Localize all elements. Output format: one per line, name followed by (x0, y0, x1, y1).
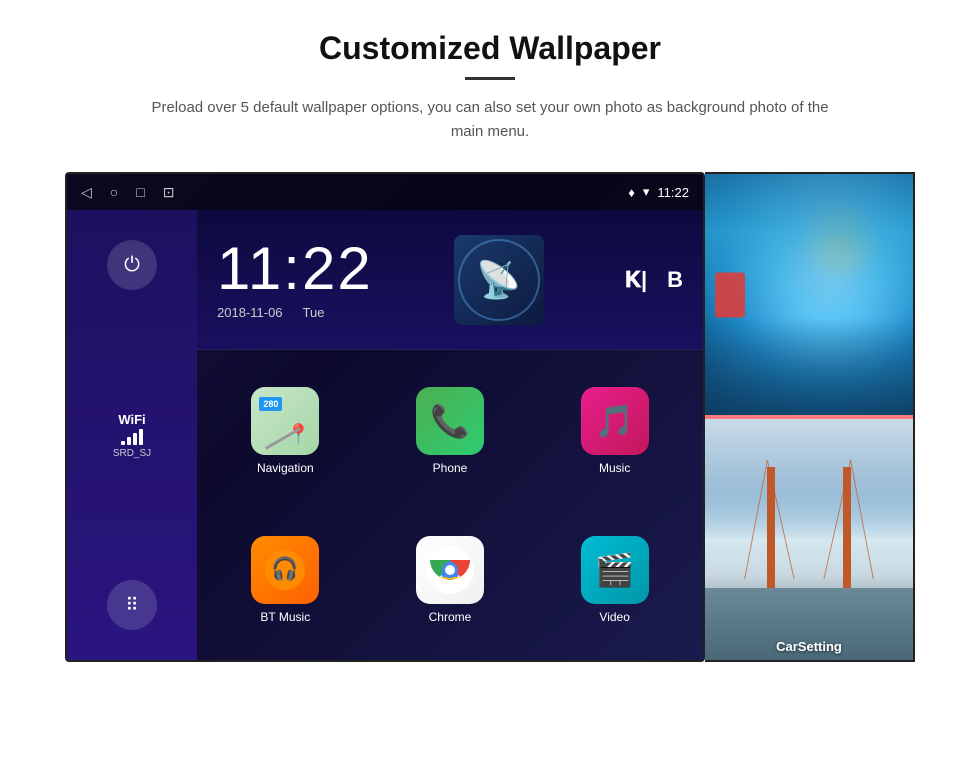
phone-label: Phone (433, 461, 468, 475)
btmusic-label: BT Music (260, 610, 310, 624)
wifi-label: WiFi (118, 412, 145, 427)
navigation-icon: 280 📍 (251, 387, 319, 455)
btmusic-svg: 🎧 (263, 548, 307, 592)
page-title: Customized Wallpaper (319, 30, 661, 67)
navigation-label: Navigation (257, 461, 314, 475)
location-icon: ♦ (628, 185, 635, 200)
app-item-navigation[interactable]: 280 📍 Navigation (207, 360, 364, 501)
chrome-icon (416, 536, 484, 604)
page-container: Customized Wallpaper Preload over 5 defa… (0, 0, 980, 758)
back-icon[interactable]: ◁ (81, 184, 92, 201)
wifi-bars (121, 429, 143, 445)
page-description: Preload over 5 default wallpaper options… (140, 96, 840, 144)
wifi-bar-4 (139, 429, 143, 445)
video-label: Video (599, 610, 629, 624)
wifi-bar-2 (127, 437, 131, 445)
app-item-chrome[interactable]: Chrome (372, 509, 529, 650)
power-button[interactable]: ⏻ (107, 240, 157, 290)
media-ring (458, 239, 540, 321)
video-icon: 🎬 (581, 536, 649, 604)
wallpaper-bridge[interactable]: CarSetting (705, 419, 913, 660)
home-icon[interactable]: ○ (110, 184, 118, 200)
center-content: 11:22 2018-11-06 Tue 📡 𝐊| (197, 210, 703, 660)
app-grid: 280 📍 Navigation 📞 Phone (197, 350, 703, 660)
clock-time: 11:22 (217, 239, 373, 299)
grid-icon: ⠿ (125, 595, 138, 616)
app-item-phone[interactable]: 📞 Phone (372, 360, 529, 501)
power-icon: ⏻ (124, 254, 140, 277)
music-icon: 🎵 (581, 387, 649, 455)
apps-grid-button[interactable]: ⠿ (107, 580, 157, 630)
date-text: 2018-11-06 (217, 305, 283, 320)
status-time: 11:22 (657, 185, 689, 200)
screenshot-icon[interactable]: ⊡ (163, 184, 175, 201)
day-text: Tue (303, 305, 325, 320)
clock-date: 2018-11-06 Tue (217, 305, 373, 320)
wifi-ssid: SRD_SJ (113, 448, 151, 459)
btmusic-icon: 🎧 (251, 536, 319, 604)
title-divider (465, 77, 515, 80)
header-icons: 𝐊| B (625, 267, 683, 293)
status-bar: ◁ ○ □ ⊡ ♦ ▾ 11:22 (67, 174, 703, 210)
recents-icon[interactable]: □ (136, 184, 144, 200)
main-content: ⏻ WiFi SRD_SJ ⠿ (67, 210, 703, 660)
app-item-video[interactable]: 🎬 Video (536, 509, 693, 650)
bridge-scene-bg: CarSetting (705, 419, 913, 660)
nav-buttons: ◁ ○ □ ⊡ (81, 184, 174, 201)
phone-icon: 📞 (416, 387, 484, 455)
app-item-btmusic[interactable]: 🎧 BT Music (207, 509, 364, 650)
screen-area: ◁ ○ □ ⊡ ♦ ▾ 11:22 ⏻ (65, 172, 915, 662)
wallpaper-panel: CarSetting (705, 172, 915, 662)
bridge-cables-svg (705, 419, 913, 660)
app-item-music[interactable]: 🎵 Music (536, 360, 693, 501)
wifi-widget: WiFi SRD_SJ (113, 412, 151, 459)
sidebar: ⏻ WiFi SRD_SJ ⠿ (67, 210, 197, 660)
music-label: Music (599, 461, 630, 475)
android-screen: ◁ ○ □ ⊡ ♦ ▾ 11:22 ⏻ (65, 172, 705, 662)
b-icon[interactable]: B (667, 267, 683, 293)
ki-icon[interactable]: 𝐊| (625, 267, 647, 293)
wifi-bar-1 (121, 441, 125, 445)
wallpaper-ice-cave[interactable] (705, 174, 913, 415)
wifi-bar-3 (133, 433, 137, 445)
wifi-status-icon: ▾ (643, 184, 650, 200)
status-right: ♦ ▾ 11:22 (628, 184, 689, 200)
svg-text:🎧: 🎧 (272, 556, 299, 581)
sidebar-top: ⏻ (107, 240, 157, 290)
clock-info: 11:22 2018-11-06 Tue (217, 239, 373, 320)
carsetting-label: CarSetting (705, 639, 913, 654)
clock-area: 11:22 2018-11-06 Tue 📡 𝐊| (197, 210, 703, 350)
chrome-logo-svg (426, 546, 474, 594)
media-widget[interactable]: 📡 (454, 235, 544, 325)
chrome-label: Chrome (429, 610, 472, 624)
device-overlay (715, 272, 745, 317)
